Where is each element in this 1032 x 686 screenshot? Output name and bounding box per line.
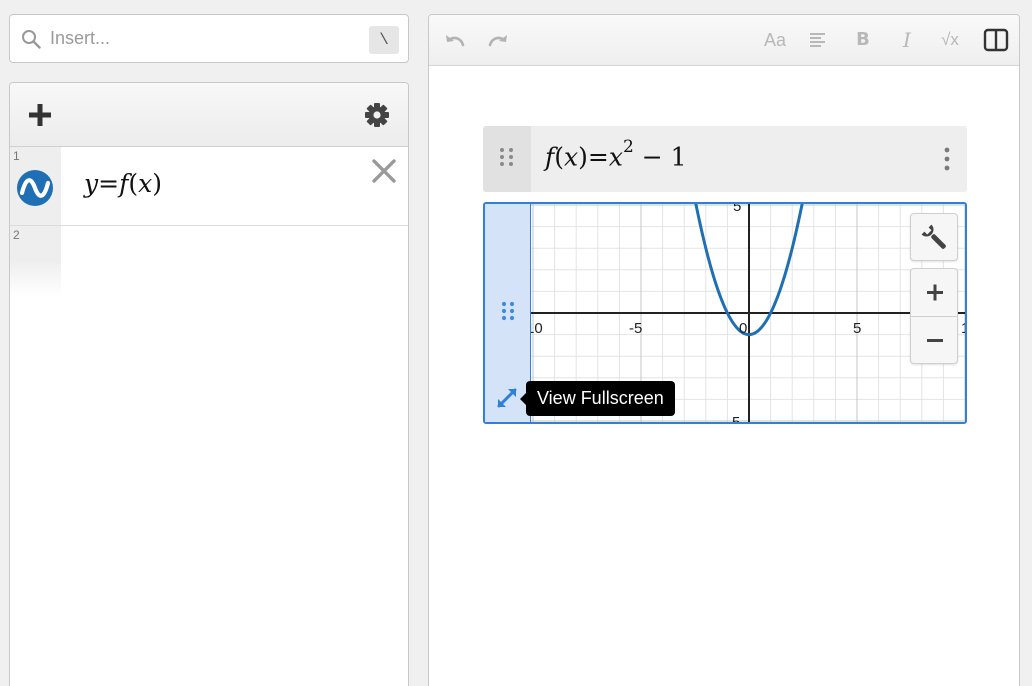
math-base: x [608, 142, 623, 172]
document-toolbar: Aa B I √x [429, 15, 1019, 66]
split-view-icon[interactable] [982, 28, 1010, 52]
expr-equals: = [98, 169, 120, 198]
more-options-icon[interactable] [943, 146, 951, 172]
math-rest: − 1 [633, 142, 687, 172]
x-tick-label: 0 [739, 320, 747, 337]
zoom-in-button[interactable] [911, 269, 959, 316]
math-expression-block[interactable]: f(x)=x2 − 1 [483, 126, 967, 192]
row-gutter: 1 [10, 147, 61, 225]
search-icon [22, 30, 41, 49]
zoom-controls [910, 268, 958, 364]
drag-handle[interactable] [483, 126, 531, 192]
math-paren-close: ) [578, 142, 588, 172]
y-tick-label: 5 [733, 204, 741, 215]
expression-list-panel: 1 y=f(x) 2 [9, 82, 409, 686]
math-expression-text[interactable]: f(x)=x2 − 1 [545, 137, 687, 172]
math-equals: = [587, 142, 609, 172]
x-tick-label: -10 [531, 320, 543, 337]
row-index: 2 [13, 228, 20, 242]
math-var: x [564, 142, 579, 172]
zoom-out-button[interactable] [911, 317, 959, 364]
desmos-logo-icon [17, 170, 53, 206]
expression-row[interactable]: 2 [10, 226, 408, 296]
close-icon[interactable] [371, 158, 397, 184]
add-expression-button[interactable] [26, 101, 54, 129]
expression-toolbar [10, 83, 408, 147]
document-panel: Aa B I √x f(x)=x2 − 1 0 -5 0 5 5 View Fu… [428, 14, 1020, 686]
expression-row[interactable]: 1 y=f(x) [10, 147, 408, 226]
font-size-button[interactable]: Aa [760, 28, 790, 52]
math-fn: f [545, 142, 555, 172]
expr-paren-close: ) [152, 169, 162, 198]
math-exponent: 2 [622, 137, 634, 157]
x-tick-label: -5 [629, 320, 642, 337]
expr-paren-open: ( [128, 169, 139, 198]
view-fullscreen-tooltip: View Fullscreen [520, 381, 675, 416]
row-index: 1 [13, 149, 20, 163]
insert-search-box[interactable]: Insert... \ [9, 14, 409, 63]
x-tick-label: 10 [961, 320, 965, 337]
expression-math[interactable]: y=f(x) [84, 169, 162, 198]
graph-settings-button[interactable] [910, 213, 958, 261]
undo-icon[interactable] [443, 28, 469, 52]
math-paren-open: ( [554, 142, 565, 172]
expr-lhs: y [84, 169, 99, 198]
expr-fn: f [119, 169, 129, 198]
y-tick-label: -5 [727, 414, 740, 422]
shortcut-key-hint: \ [369, 26, 399, 54]
math-button[interactable]: √x [935, 28, 965, 52]
row-gutter: 2 [10, 226, 61, 296]
redo-icon[interactable] [484, 28, 510, 52]
align-left-icon[interactable] [807, 28, 829, 52]
wrench-icon [921, 224, 946, 249]
gear-icon[interactable] [364, 102, 390, 128]
fullscreen-icon[interactable] [494, 385, 520, 411]
expr-var: x [138, 169, 153, 198]
drag-handle-icon [500, 148, 513, 166]
search-input[interactable]: Insert... [50, 28, 110, 49]
x-tick-label: 5 [853, 320, 861, 337]
bold-button[interactable]: B [852, 28, 874, 52]
italic-button[interactable]: I [896, 28, 918, 52]
